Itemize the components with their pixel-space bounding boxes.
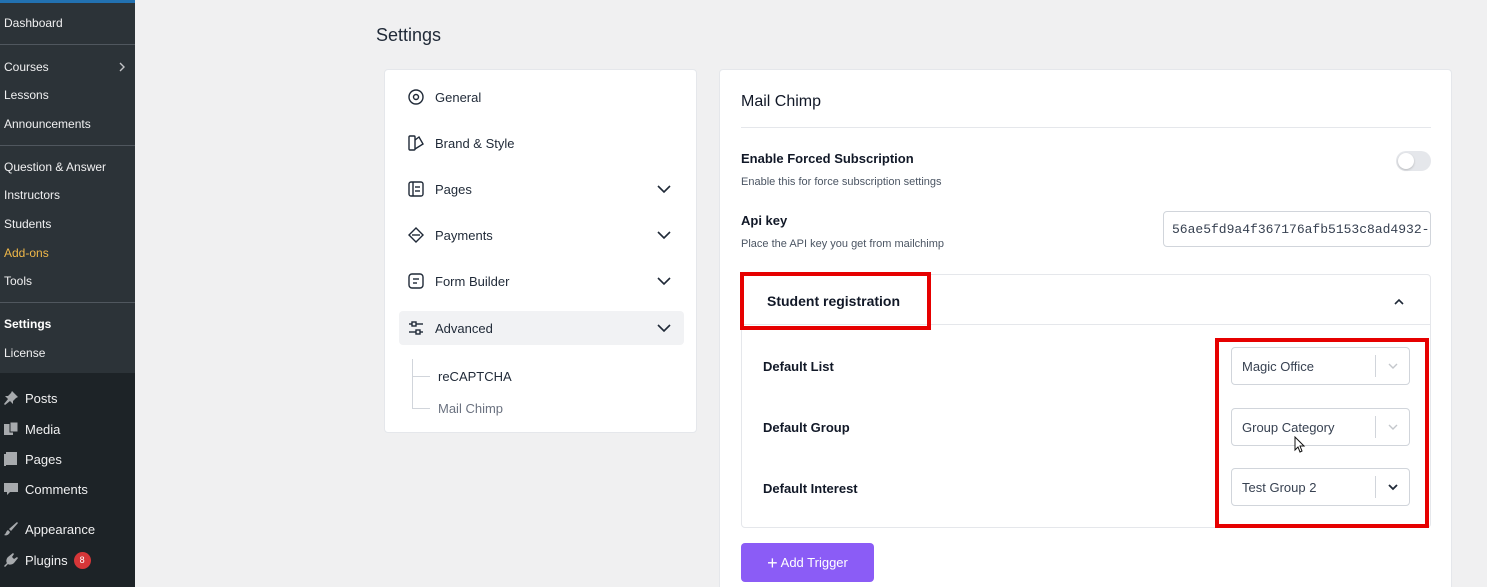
- tree-line: [412, 359, 413, 409]
- palette-icon: [406, 133, 426, 153]
- tree-branch: [412, 408, 430, 409]
- sidebar-item-settings[interactable]: Settings: [4, 317, 51, 331]
- nav-item-pages[interactable]: Pages: [399, 172, 684, 206]
- add-trigger-button[interactable]: + Add Trigger: [741, 543, 874, 582]
- sidebar-item-dashboard[interactable]: Dashboard: [4, 16, 63, 30]
- sidebar-divider: [0, 145, 135, 146]
- chevron-right-icon: [118, 61, 126, 73]
- plug-icon: [2, 552, 20, 568]
- sidebar-item-students[interactable]: Students: [4, 217, 51, 231]
- api-key-help: Place the API key you get from mailchimp: [741, 238, 944, 250]
- sidebar-item-addons[interactable]: Add-ons: [4, 246, 49, 260]
- sidebar-item-tools[interactable]: Tools: [4, 274, 32, 288]
- chevron-down-icon: [656, 320, 672, 336]
- cursor-icon: [1294, 435, 1306, 454]
- comment-icon: [2, 481, 20, 497]
- tutor-submenu: Dashboard Courses Lessons Announcements …: [0, 3, 135, 373]
- forced-subscription-help: Enable this for force subscription setti…: [741, 176, 942, 188]
- sidebar-item-courses[interactable]: Courses: [4, 60, 49, 74]
- chevron-down-icon: [656, 227, 672, 243]
- sidebar-item-instructors[interactable]: Instructors: [4, 188, 60, 202]
- admin-sidebar: Dashboard Courses Lessons Announcements …: [0, 0, 135, 587]
- sidebar-divider: [0, 44, 135, 45]
- sidebar-item-announcements[interactable]: Announcements: [4, 117, 91, 131]
- menu-item-media[interactable]: Media: [0, 417, 135, 441]
- sliders-icon: [406, 318, 426, 338]
- chevron-up-icon[interactable]: [1392, 295, 1406, 309]
- form-icon: [406, 271, 426, 291]
- default-list-label: Default List: [763, 359, 834, 374]
- api-key-input[interactable]: 56ae5fd9a4f367176afb5153c8ad4932-us1: [1163, 211, 1431, 247]
- page-icon: [406, 179, 426, 199]
- api-key-label: Api key: [741, 213, 788, 228]
- nav-subitem-mailchimp[interactable]: Mail Chimp: [438, 401, 503, 416]
- pin-icon: [2, 390, 20, 406]
- forced-subscription-label: Enable Forced Subscription: [741, 151, 914, 166]
- highlight-box: [740, 272, 931, 330]
- chevron-down-icon: [656, 181, 672, 197]
- sidebar-item-qa[interactable]: Question & Answer: [4, 160, 106, 174]
- menu-item-plugins[interactable]: Plugins 8: [0, 548, 135, 572]
- menu-item-pages[interactable]: Pages: [0, 447, 135, 471]
- highlight-box: [1215, 338, 1429, 528]
- nav-item-general[interactable]: General: [399, 80, 684, 114]
- chevron-down-icon: [656, 273, 672, 289]
- menu-item-comments[interactable]: Comments: [0, 477, 135, 501]
- plus-icon: +: [767, 552, 778, 573]
- nav-item-payments[interactable]: Payments: [399, 218, 684, 252]
- default-interest-label: Default Interest: [763, 481, 858, 496]
- admin-main-menu: Posts Media Pages Comments Appearance Pl…: [0, 373, 135, 587]
- nav-item-form-builder[interactable]: Form Builder: [399, 264, 684, 298]
- plugins-update-badge: 8: [73, 551, 91, 569]
- forced-subscription-toggle[interactable]: [1396, 151, 1431, 171]
- section-title: Mail Chimp: [741, 93, 822, 110]
- menu-item-posts[interactable]: Posts: [0, 386, 135, 410]
- page-title: Settings: [376, 25, 442, 45]
- nav-item-advanced[interactable]: Advanced: [399, 311, 684, 345]
- nav-subitem-recaptcha[interactable]: reCAPTCHA: [438, 369, 512, 384]
- toggle-knob: [1398, 153, 1414, 169]
- brush-icon: [2, 521, 20, 537]
- media-icon: [2, 421, 20, 437]
- divider: [741, 127, 1431, 128]
- settings-nav: General Brand & Style Pages Payments For…: [384, 69, 697, 433]
- pages-icon: [2, 451, 20, 467]
- sidebar-item-lessons[interactable]: Lessons: [4, 88, 49, 102]
- nav-item-brand-style[interactable]: Brand & Style: [399, 126, 684, 160]
- menu-item-appearance[interactable]: Appearance: [0, 517, 135, 541]
- sidebar-item-license[interactable]: License: [4, 346, 45, 360]
- default-group-label: Default Group: [763, 420, 850, 435]
- tree-branch: [412, 376, 430, 377]
- settings-icon: [406, 87, 426, 107]
- sidebar-divider: [0, 302, 135, 303]
- payment-icon: [406, 225, 426, 245]
